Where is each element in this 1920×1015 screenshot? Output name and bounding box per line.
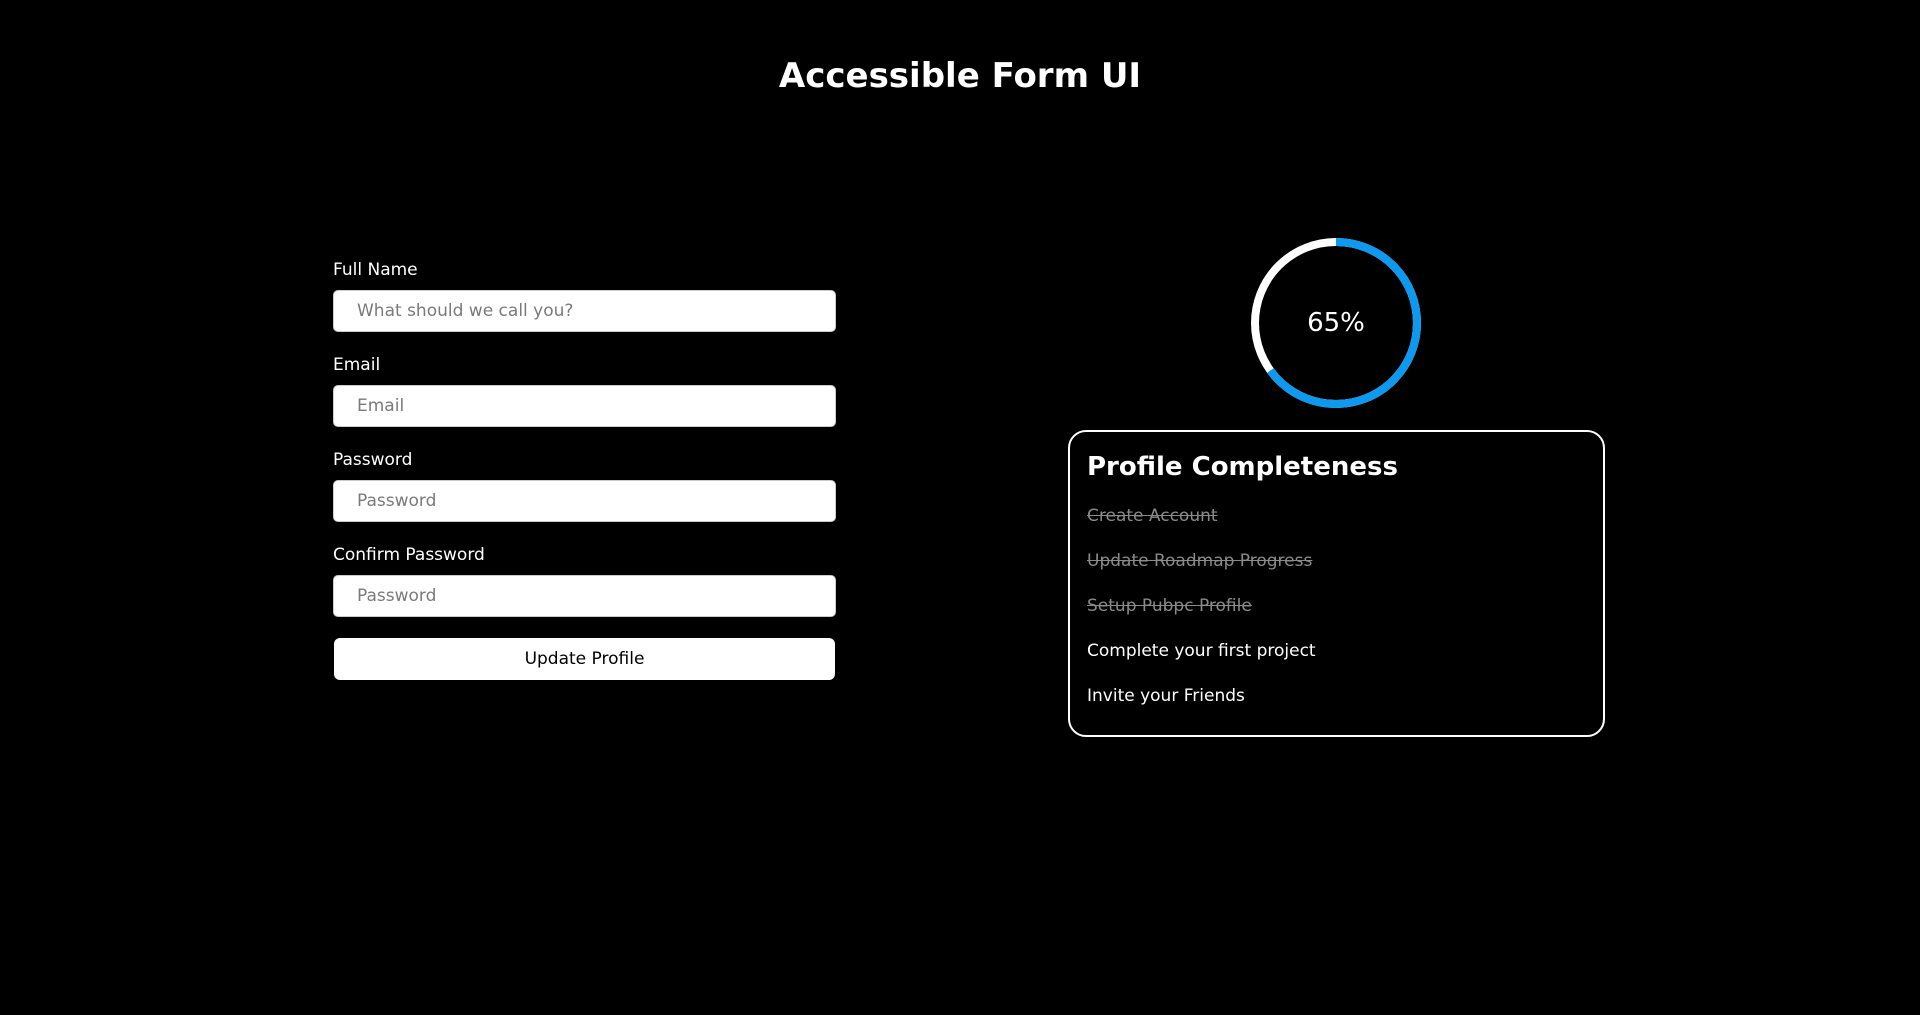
profile-completeness-title: Profile Completeness [1087,452,1398,482]
email-label: Email [333,355,381,375]
page-title: Accessible Form UI [778,56,1142,96]
full-name-label: Full Name [333,260,418,280]
progress-ring: 65% [1249,236,1423,410]
progress-percent-label: 65% [1307,308,1365,338]
profile-completeness-card: Profile Completeness Create Account Upda… [1068,430,1605,737]
task-complete-first-project: Complete your first project [1087,641,1316,661]
task-setup-public-profile: Setup Pubpc Profile [1087,596,1252,616]
page: Accessible Form UI Full Name Email Passw… [0,0,1920,1015]
task-update-roadmap-progress: Update Roadmap Progress [1087,551,1313,571]
email-input[interactable] [333,385,836,427]
profile-form: Full Name Email Password Confirm Passwor… [333,258,836,680]
update-profile-button[interactable]: Update Profile [334,638,835,680]
confirm-password-label: Confirm Password [333,545,485,565]
confirm-password-input[interactable] [333,575,836,617]
password-input[interactable] [333,480,836,522]
task-create-account: Create Account [1087,506,1218,526]
password-label: Password [333,450,413,470]
task-invite-friends: Invite your Friends [1087,686,1245,706]
full-name-input[interactable] [333,290,836,332]
task-list: Create Account Update Roadmap Progress S… [1087,504,1586,708]
